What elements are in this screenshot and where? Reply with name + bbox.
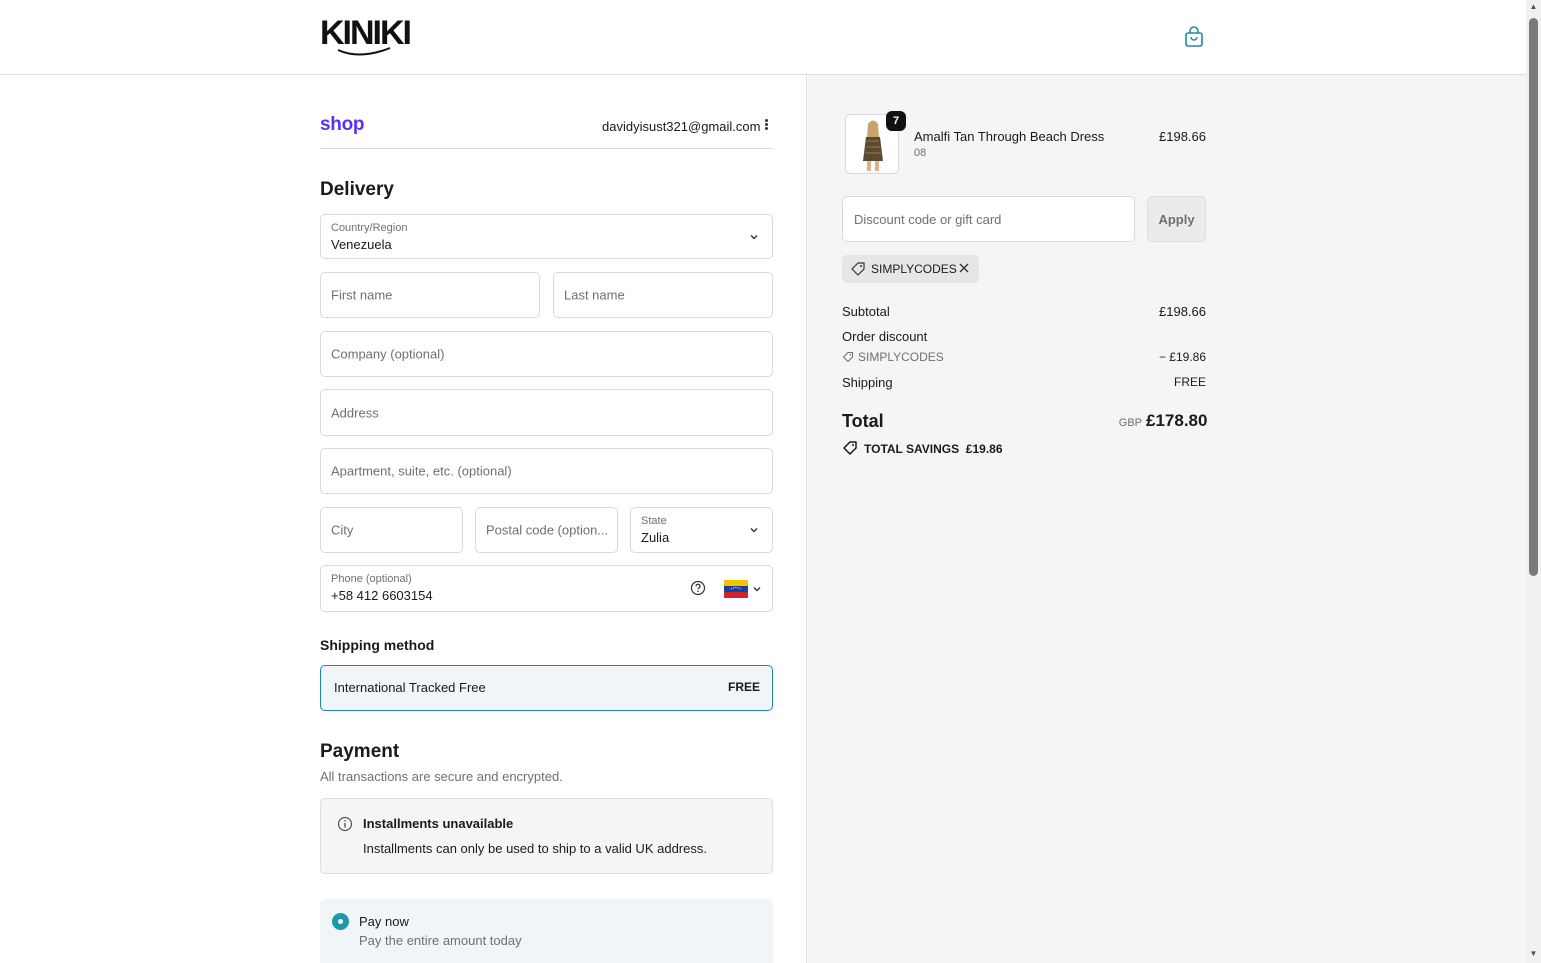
- address-placeholder: Address: [331, 405, 379, 420]
- city-placeholder: City: [331, 522, 354, 538]
- total-savings-label: TOTAL SAVINGS: [864, 442, 960, 456]
- postal-code-placeholder: Postal code (option...: [486, 522, 608, 538]
- subtotal-label: Subtotal: [842, 304, 890, 319]
- payment-subtitle: All transactions are secure and encrypte…: [320, 769, 563, 784]
- order-discount-value: − £19.86: [1158, 350, 1206, 364]
- last-name-placeholder: Last name: [564, 287, 625, 303]
- total-savings-value: £19.86: [965, 442, 1003, 456]
- first-name-placeholder: First name: [331, 287, 393, 303]
- installments-text: Installments can only be used to ship to…: [363, 841, 707, 856]
- state-value: Zulia: [641, 530, 670, 545]
- shipping-option-name: International Tracked Free: [334, 680, 486, 695]
- country-value: Venezuela: [331, 237, 392, 252]
- tag-icon: [851, 262, 865, 276]
- discount-code-input[interactable]: Discount code or gift card: [842, 196, 1135, 242]
- address-input[interactable]: Address: [320, 389, 773, 436]
- company-placeholder: Company (optional): [331, 346, 445, 362]
- chevron-down-icon: [750, 528, 758, 533]
- site-header: KINIKI: [0, 0, 1526, 75]
- shipping-method-heading: Shipping method: [320, 637, 435, 653]
- applied-discount-chip: SIMPLYCODES: [842, 255, 979, 283]
- state-select[interactable]: State Zulia: [630, 507, 773, 553]
- discount-code-placeholder: Discount code or gift card: [854, 212, 1002, 227]
- phone-input[interactable]: Phone (optional) +58 412 6603154: [320, 565, 773, 612]
- shop-pay-logo: shop: [320, 114, 365, 135]
- total-value: £178.80: [1146, 411, 1208, 430]
- scrollbar-thumb[interactable]: [1529, 18, 1538, 576]
- order-discount-label: Order discount: [842, 329, 928, 344]
- chevron-down-icon: [753, 587, 761, 592]
- chevron-down-icon: [750, 235, 758, 240]
- pay-now-subtitle: Pay the entire amount today: [359, 933, 522, 948]
- shipping-label: Shipping: [842, 375, 893, 390]
- quantity-badge: 7: [886, 111, 906, 131]
- apply-button[interactable]: Apply: [1147, 196, 1206, 242]
- divider: [320, 148, 773, 149]
- kiniki-logo[interactable]: KINIKI: [320, 14, 416, 58]
- first-name-input[interactable]: First name: [320, 272, 540, 318]
- svg-text:KINIKI: KINIKI: [320, 14, 411, 52]
- apartment-input[interactable]: Apartment, suite, etc. (optional): [320, 448, 773, 494]
- phone-value: +58 412 6603154: [331, 588, 433, 603]
- remove-discount-icon[interactable]: [957, 261, 971, 275]
- installments-title: Installments unavailable: [363, 816, 514, 831]
- phone-label: Phone (optional): [331, 573, 412, 585]
- country-select[interactable]: Country/Region Venezuela: [320, 214, 773, 259]
- order-discount-code: SIMPLYCODES: [858, 350, 944, 364]
- shopping-bag-icon[interactable]: [1184, 26, 1204, 48]
- tag-icon: [842, 351, 854, 363]
- last-name-input[interactable]: Last name: [553, 272, 773, 318]
- tag-icon: [843, 441, 857, 455]
- postal-code-input[interactable]: Postal code (option...: [475, 507, 618, 553]
- applied-discount-code: SIMPLYCODES: [871, 262, 957, 276]
- apartment-placeholder: Apartment, suite, etc. (optional): [331, 463, 512, 479]
- delivery-heading: Delivery: [320, 179, 394, 200]
- total-label: Total: [842, 411, 884, 431]
- total-savings: TOTAL SAVINGS £19.86: [842, 440, 1003, 456]
- order-discount-code-row: SIMPLYCODES: [842, 350, 944, 364]
- scroll-up-arrow-icon[interactable]: ▲: [1529, 3, 1538, 11]
- account-email: davidyisust321@gmail.com: [602, 119, 761, 134]
- venezuela-flag-icon[interactable]: [724, 580, 748, 598]
- pay-now-option[interactable]: Pay now Pay the entire amount today: [320, 899, 773, 963]
- product-variant: 08: [914, 147, 927, 159]
- scroll-down-arrow-icon[interactable]: ▼: [1529, 950, 1538, 958]
- account-menu-icon[interactable]: [760, 118, 772, 134]
- shipping-option[interactable]: International Tracked Free FREE: [320, 665, 773, 711]
- product-name: Amalfi Tan Through Beach Dress: [914, 129, 1105, 144]
- info-icon: [337, 816, 353, 832]
- country-label: Country/Region: [331, 222, 408, 234]
- shipping-value: FREE: [1173, 375, 1206, 389]
- shipping-option-price: FREE: [727, 680, 760, 694]
- pay-now-title: Pay now: [359, 914, 409, 929]
- product-price: £198.66: [1159, 129, 1206, 144]
- help-icon[interactable]: [690, 580, 706, 596]
- installments-notice: Installments unavailable Installments ca…: [320, 798, 773, 874]
- pay-now-radio[interactable]: [332, 913, 349, 930]
- total-currency: GBP: [1118, 417, 1142, 429]
- subtotal-value: £198.66: [1159, 304, 1206, 319]
- city-input[interactable]: City: [320, 507, 463, 553]
- state-label: State: [641, 515, 667, 527]
- company-input[interactable]: Company (optional): [320, 331, 773, 377]
- payment-heading: Payment: [320, 741, 400, 762]
